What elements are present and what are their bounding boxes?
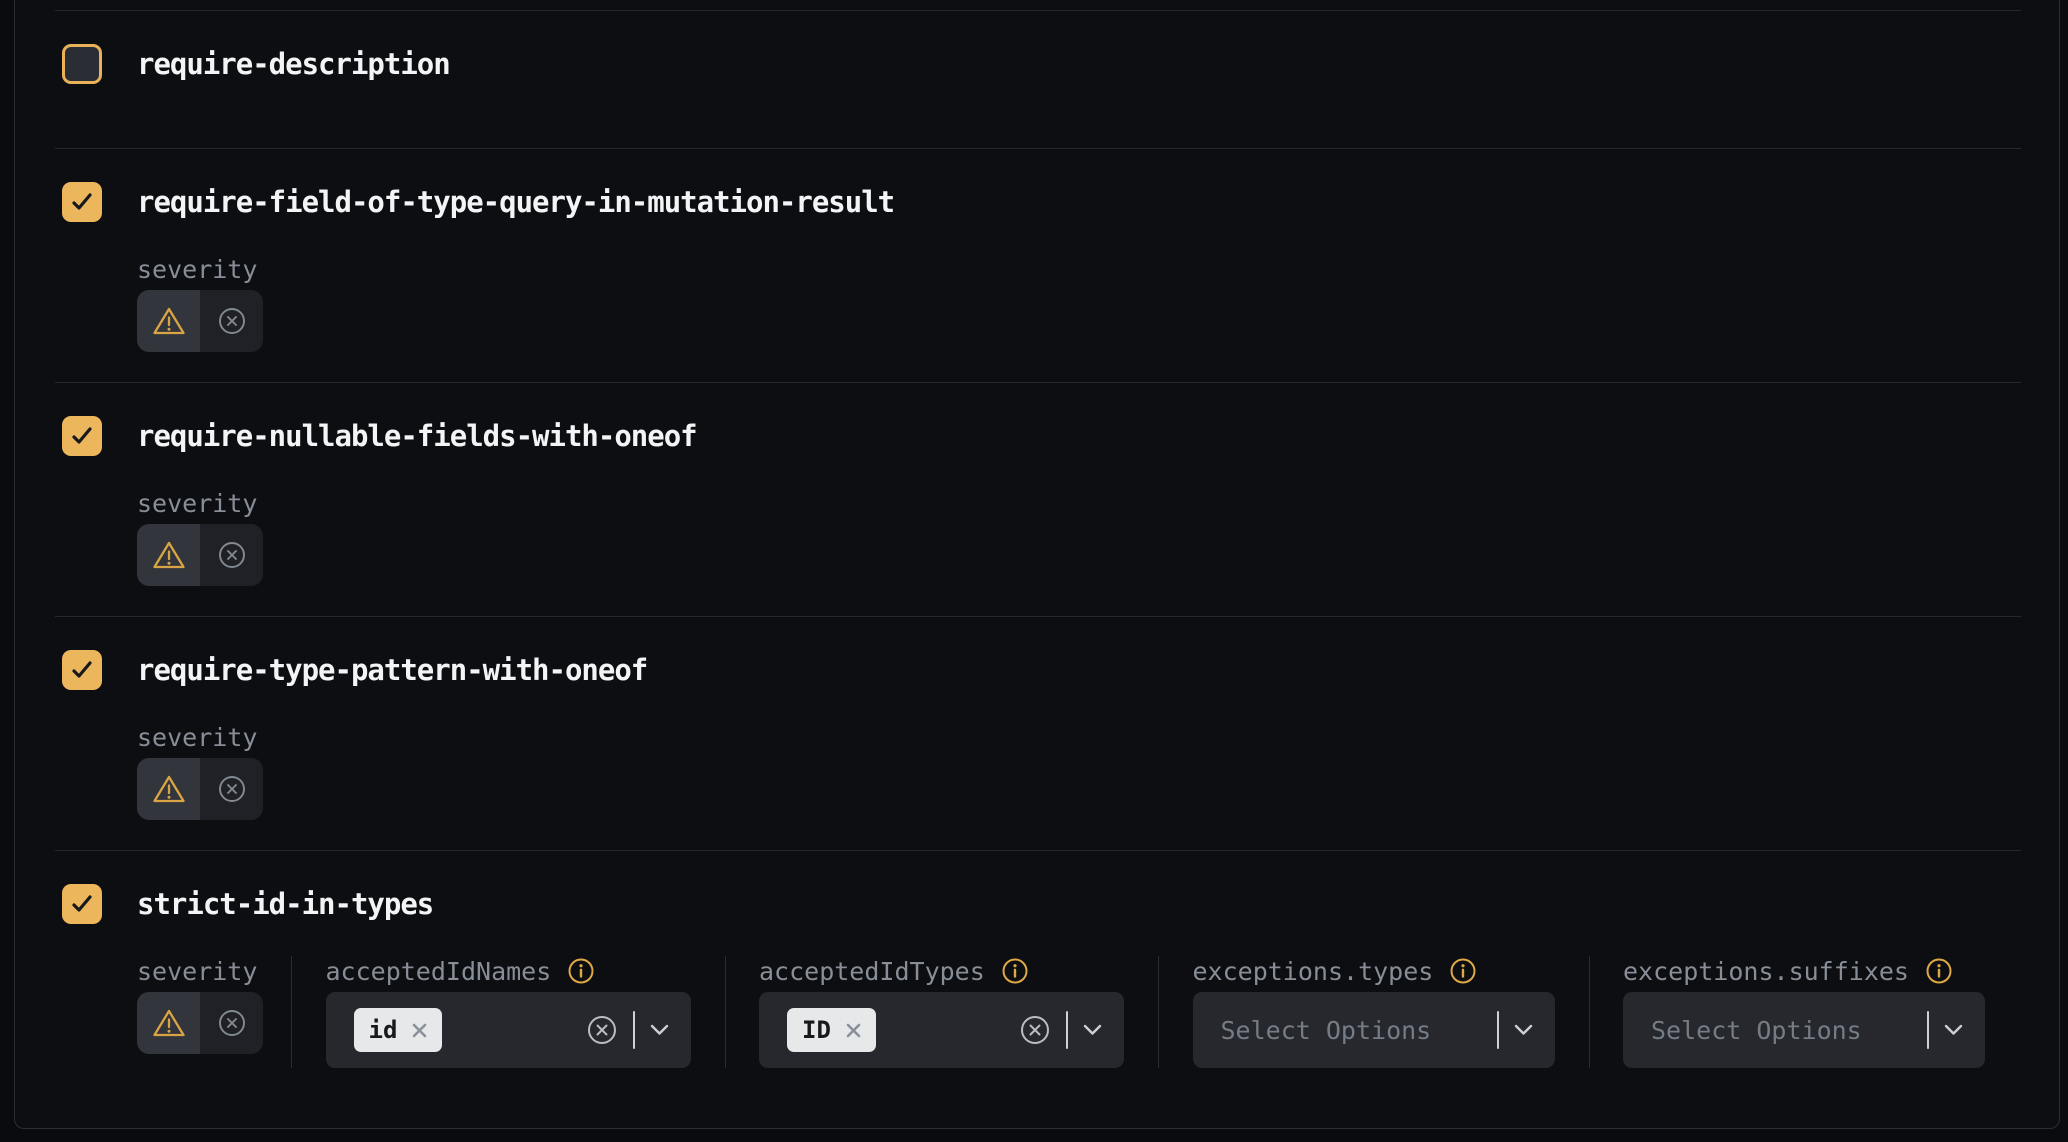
circle-x-icon (216, 305, 248, 337)
option-label: acceptedIdTypes (759, 957, 985, 986)
severity-toggle (137, 758, 263, 820)
x-icon[interactable] (844, 1021, 863, 1040)
rule-title: require-nullable-fields-with-oneof (137, 419, 697, 453)
select-placeholder: Select Options (1221, 1016, 1432, 1045)
option-group-acceptedIdNames: acceptedIdNames id (326, 956, 725, 1068)
rule-row-require-description: require-description (15, 11, 2059, 148)
severity-warn-button[interactable] (137, 758, 200, 820)
option-group-exceptions-types: exceptions.types Select Options (1193, 956, 1589, 1068)
severity-group: severity (137, 254, 291, 352)
select-separator (633, 1011, 635, 1049)
severity-off-button[interactable] (200, 992, 263, 1054)
circle-x-icon (216, 539, 248, 571)
circle-info-icon[interactable] (1001, 957, 1029, 985)
multiselect-exceptions-types[interactable]: Select Options (1193, 992, 1555, 1068)
severity-off-button[interactable] (200, 524, 263, 586)
checkmark-icon (69, 189, 95, 215)
option-label: exceptions.suffixes (1623, 957, 1909, 986)
option-group-divider (1158, 956, 1159, 1068)
severity-toggle (137, 290, 263, 352)
rule-title: require-description (137, 47, 450, 81)
chip[interactable]: id (354, 1008, 443, 1052)
rules-panel: require-description require-field-of-typ… (14, 0, 2060, 1129)
option-label: acceptedIdNames (326, 957, 552, 986)
select-separator (1066, 1011, 1068, 1049)
circle-info-icon[interactable] (567, 957, 595, 985)
select-separator (1497, 1011, 1499, 1049)
circle-x-icon (216, 773, 248, 805)
option-group-divider (725, 956, 726, 1068)
circle-x-icon (216, 1007, 248, 1039)
severity-label: severity (137, 723, 257, 752)
severity-group: severity (137, 722, 291, 820)
x-icon[interactable] (410, 1021, 429, 1040)
rule-checkbox[interactable] (62, 884, 102, 924)
chip-label: ID (802, 1018, 831, 1042)
rule-title: strict-id-in-types (137, 887, 433, 921)
option-group-divider (1589, 956, 1590, 1068)
rule-checkbox[interactable] (62, 44, 102, 84)
warning-triangle-icon (151, 1007, 187, 1039)
circle-info-icon[interactable] (1925, 957, 1953, 985)
select-separator (1927, 1011, 1929, 1049)
circle-x-clear-icon[interactable] (1019, 1014, 1051, 1046)
rule-row-strict-id-in-types: strict-id-in-types severity (15, 851, 2059, 1133)
chip-label: id (369, 1018, 398, 1042)
select-placeholder: Select Options (1651, 1016, 1862, 1045)
rule-checkbox[interactable] (62, 182, 102, 222)
chevron-down-icon[interactable] (1944, 1024, 1963, 1036)
rule-checkbox[interactable] (62, 650, 102, 690)
severity-label: severity (137, 489, 257, 518)
option-group-acceptedIdTypes: acceptedIdTypes ID (759, 956, 1158, 1068)
rule-checkbox[interactable] (62, 416, 102, 456)
rule-row-require-nullable-fields-with-oneof: require-nullable-fields-with-oneof sever… (15, 383, 2059, 616)
warning-triangle-icon (151, 539, 187, 571)
chip[interactable]: ID (787, 1008, 876, 1052)
severity-warn-button[interactable] (137, 992, 200, 1054)
severity-group: severity (137, 956, 291, 1068)
rule-title: require-field-of-type-query-in-mutation-… (137, 185, 894, 219)
severity-off-button[interactable] (200, 290, 263, 352)
severity-label: severity (137, 255, 257, 284)
severity-group: severity (137, 488, 291, 586)
warning-triangle-icon (151, 305, 187, 337)
chevron-down-icon[interactable] (1514, 1024, 1533, 1036)
severity-toggle (137, 992, 263, 1054)
checkmark-icon (69, 423, 95, 449)
severity-off-button[interactable] (200, 758, 263, 820)
panel-top-spacer (15, 0, 2059, 10)
option-label: exceptions.types (1193, 957, 1434, 986)
circle-info-icon[interactable] (1449, 957, 1477, 985)
chevron-down-icon[interactable] (1083, 1024, 1102, 1036)
multiselect-acceptedIdTypes[interactable]: ID (759, 992, 1124, 1068)
rule-row-require-type-pattern-with-oneof: require-type-pattern-with-oneof severity (15, 617, 2059, 850)
option-group-exceptions-suffixes: exceptions.suffixes Select Options (1623, 956, 2019, 1068)
option-group-divider (291, 956, 292, 1068)
severity-label: severity (137, 957, 257, 986)
warning-triangle-icon (151, 773, 187, 805)
chevron-down-icon[interactable] (650, 1024, 669, 1036)
severity-toggle (137, 524, 263, 586)
checkmark-icon (69, 657, 95, 683)
rule-row-require-field-of-type-query-in-mutation-result: require-field-of-type-query-in-mutation-… (15, 149, 2059, 382)
checkmark-icon (69, 891, 95, 917)
rule-title: require-type-pattern-with-oneof (137, 653, 647, 687)
multiselect-exceptions-suffixes[interactable]: Select Options (1623, 992, 1985, 1068)
circle-x-clear-icon[interactable] (586, 1014, 618, 1046)
severity-warn-button[interactable] (137, 290, 200, 352)
multiselect-acceptedIdNames[interactable]: id (326, 992, 691, 1068)
severity-warn-button[interactable] (137, 524, 200, 586)
